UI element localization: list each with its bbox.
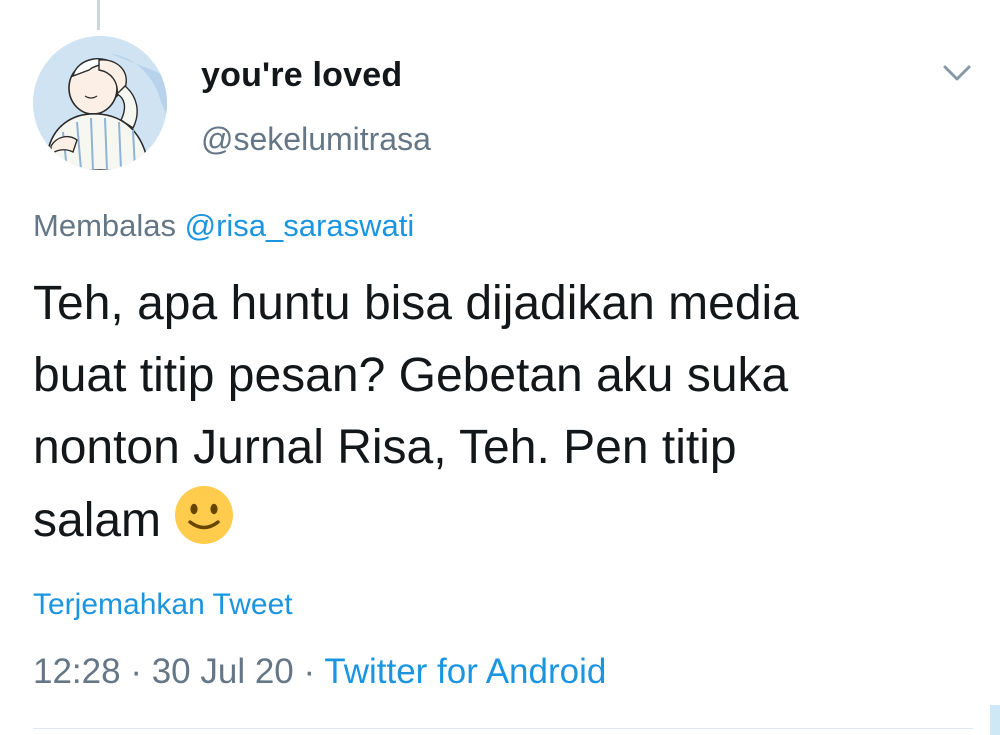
translate-tweet-link[interactable]: Terjemahkan Tweet xyxy=(33,588,293,622)
tweet-menu-button[interactable] xyxy=(940,60,974,86)
scrollbar-thumb[interactable] xyxy=(990,705,1000,735)
meta-separator: · xyxy=(130,652,142,691)
tweet-text-line: buat titip pesan? Gebetan aku suka xyxy=(33,349,789,402)
reply-prefix: Membalas xyxy=(33,208,176,243)
tweet-text-line: Teh, apa huntu bisa dijadikan media xyxy=(33,277,799,330)
tweet-text-line-last: salam xyxy=(33,484,963,557)
tweet-date[interactable]: 30 Jul 20 xyxy=(152,652,294,691)
author-avatar[interactable] xyxy=(33,36,167,170)
avatar-illustration-icon xyxy=(33,36,167,170)
tweet-text-last-words: salam xyxy=(33,494,162,547)
tweet-text-line: nonton Jurnal Risa, Teh. Pen titip xyxy=(33,421,737,474)
author-display-name[interactable]: you're loved xyxy=(201,56,402,95)
slightly-smiling-face-icon xyxy=(173,484,235,546)
author-handle[interactable]: @sekelumitrasa xyxy=(201,121,431,158)
chevron-down-icon xyxy=(943,65,971,81)
tweet-source-link[interactable]: Twitter for Android xyxy=(324,652,606,691)
meta-separator: · xyxy=(303,652,316,691)
tweet-text: Teh, apa huntu bisa dijadikan media buat… xyxy=(33,268,963,557)
tweet-metadata: 12:28 · 30 Jul 20 · Twitter for Android xyxy=(33,652,606,692)
tweet-time[interactable]: 12:28 xyxy=(33,652,121,691)
divider xyxy=(33,728,973,729)
reply-context: Membalas @risa_saraswati xyxy=(33,208,414,244)
thread-connector-line xyxy=(97,0,100,30)
reply-mention-link[interactable]: @risa_saraswati xyxy=(185,208,415,243)
